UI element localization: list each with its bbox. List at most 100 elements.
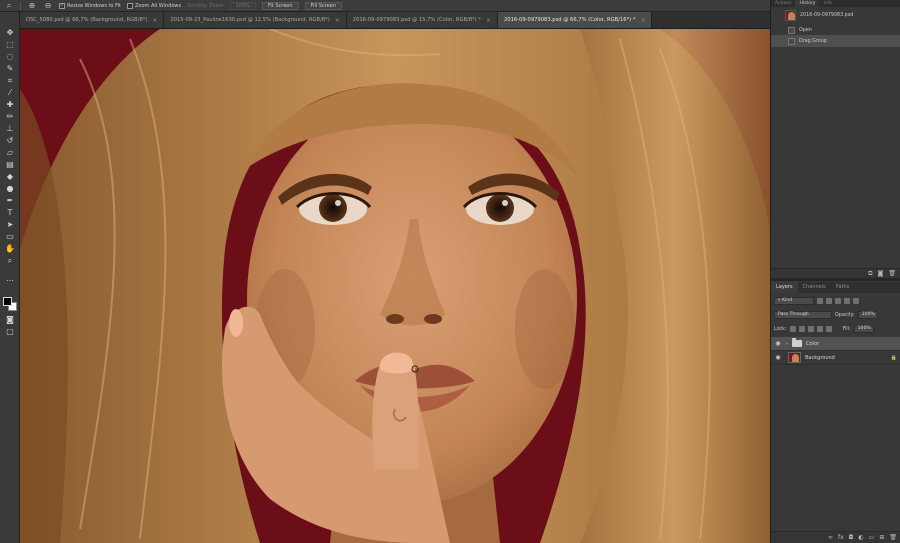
close-icon[interactable]: ×: [640, 17, 645, 24]
marquee-tool-icon[interactable]: ⬚: [4, 40, 16, 50]
zoom-tool-icon[interactable]: ⌕: [4, 256, 16, 266]
checkbox-checked-icon[interactable]: ✓: [59, 2, 65, 9]
layer-name: Color: [806, 340, 820, 347]
new-layer-icon[interactable]: ⊞: [879, 534, 884, 541]
blur-tool-icon[interactable]: ◆: [4, 172, 16, 182]
panel-divider: [771, 278, 900, 281]
toolbox: ✥ ⬚ ◌ ✎ ⌗ ⁄ ✚ ✏ ⊥ ↺ ▱ ▤ ◆ ● ✒ T ➤ ▭ ✋ ⌕ …: [0, 12, 20, 543]
zoom-all-windows-label: Zoom All Windows: [135, 2, 182, 9]
eye-icon[interactable]: ◉: [773, 340, 783, 347]
opacity-input[interactable]: 100%: [857, 311, 878, 319]
filter-kind-label: Kind: [782, 298, 793, 303]
type-tool-icon[interactable]: T: [4, 208, 16, 218]
document-tab-label: 2016-09-0979083.psd @ 15,7% (Color, RGB/…: [352, 17, 481, 23]
zoom-tool-icon[interactable]: ⌕: [4, 1, 14, 10]
document-tab-active[interactable]: 2016-09-0979083.psd @ 66,7% (Color, RGB/…: [497, 12, 653, 28]
filter-smart-object-icon[interactable]: [853, 298, 859, 304]
separator: [20, 1, 21, 10]
tab-channels[interactable]: Channels: [798, 282, 831, 293]
screen-mode-icon[interactable]: ▢: [4, 327, 16, 337]
dodge-tool-icon[interactable]: ●: [4, 184, 16, 194]
lock-pixels-icon[interactable]: [798, 326, 805, 332]
close-icon[interactable]: ×: [335, 17, 340, 24]
folder-icon: [792, 338, 802, 347]
zoom-level-button[interactable]: 100%: [229, 1, 256, 10]
adjustment-layer-icon[interactable]: ◐: [858, 534, 863, 541]
history-brush-tool-icon[interactable]: ↺: [4, 136, 16, 146]
filter-kind-select[interactable]: ⌕ Kind: [774, 297, 814, 305]
hand-tool-icon[interactable]: ✋: [4, 244, 16, 254]
layer-row-background[interactable]: ◉ Background 🔒: [771, 351, 900, 365]
history-state-selected[interactable]: Drag Group: [771, 35, 900, 47]
crop-tool-icon[interactable]: ⌗: [4, 76, 16, 86]
quick-selection-tool-icon[interactable]: ✎: [4, 64, 16, 74]
quick-mask-icon[interactable]: ◙: [4, 315, 16, 325]
resize-windows-label: Resize Windows to Fit: [67, 2, 121, 9]
link-layers-icon[interactable]: ∞: [828, 534, 833, 541]
trash-icon[interactable]: 🗑: [889, 534, 897, 541]
document-tab-label: 2015-09-23_Pauline1630.psd @ 12,5% (Back…: [170, 17, 330, 23]
zoom-out-icon[interactable]: ⊖: [43, 1, 53, 10]
filter-shape-icon[interactable]: [844, 298, 850, 304]
eyedropper-tool-icon[interactable]: ⁄: [4, 88, 16, 98]
trash-icon[interactable]: 🗑: [888, 270, 896, 277]
fill-screen-button[interactable]: Fill Screen: [304, 1, 343, 10]
camera-snapshot-icon[interactable]: ◙: [878, 270, 884, 277]
lock-artboard-icon[interactable]: [816, 326, 823, 332]
tab-layers[interactable]: Layers: [771, 282, 798, 293]
history-state-label: Open: [799, 27, 812, 33]
fill-input[interactable]: 100%: [853, 325, 874, 333]
filter-type-icon[interactable]: [835, 298, 841, 304]
more-tools-icon[interactable]: …: [4, 274, 16, 284]
layer-mask-icon[interactable]: ◘: [849, 534, 854, 541]
checkbox-unchecked-icon[interactable]: [127, 2, 133, 9]
layer-row-color-group[interactable]: ◉ › Color: [771, 337, 900, 351]
lock-position-icon[interactable]: [807, 326, 814, 332]
gradient-tool-icon[interactable]: ▤: [4, 160, 16, 170]
resize-windows-checkbox[interactable]: ✓ Resize Windows to Fit: [59, 2, 121, 9]
new-document-from-state-icon[interactable]: ⧉: [868, 270, 872, 278]
document-tab[interactable]: 2016-09-0979083.psd @ 15,7% (Color, RGB/…: [346, 12, 498, 28]
new-group-icon[interactable]: ▭: [869, 534, 875, 541]
lock-transparency-icon[interactable]: [789, 326, 796, 332]
blend-opacity-row: Pass Through Opacity: 100%: [771, 309, 900, 321]
foreground-color-swatch[interactable]: [3, 297, 12, 306]
chevron-right-icon[interactable]: ›: [786, 341, 788, 347]
clone-stamp-tool-icon[interactable]: ⊥: [4, 124, 16, 134]
fit-screen-button[interactable]: Fit Screen: [261, 1, 299, 10]
zoom-all-windows-checkbox[interactable]: Zoom All Windows: [127, 2, 182, 9]
eraser-tool-icon[interactable]: ▱: [4, 148, 16, 158]
history-snapshot[interactable]: 2016-09-0979083.psd: [771, 9, 900, 21]
tab-history[interactable]: History: [795, 0, 820, 7]
filter-pixel-icon[interactable]: [817, 298, 823, 304]
document-tab[interactable]: DSC_5080.psd @ 66,7% (Background, RGB/8*…: [20, 12, 165, 28]
history-state-icon: [788, 26, 795, 34]
close-icon[interactable]: ×: [152, 17, 157, 24]
fill-label: Fill:: [842, 326, 851, 332]
brush-tool-icon[interactable]: ✏: [4, 112, 16, 122]
tab-paths[interactable]: Paths: [831, 282, 855, 293]
healing-brush-tool-icon[interactable]: ✚: [4, 100, 16, 110]
path-selection-tool-icon[interactable]: ➤: [4, 220, 16, 230]
eye-icon[interactable]: ◉: [773, 354, 783, 361]
layers-panel-footer: ∞ fx ◘ ◐ ▭ ⊞ 🗑: [771, 531, 900, 543]
snapshot-label: 2016-09-0979083.psd: [800, 12, 854, 18]
lasso-tool-icon[interactable]: ◌: [4, 52, 16, 62]
blend-mode-select[interactable]: Pass Through: [774, 311, 832, 319]
layer-style-icon[interactable]: fx: [838, 534, 844, 541]
lock-label: Lock:: [774, 326, 787, 332]
opacity-label: Opacity:: [835, 312, 855, 318]
pen-tool-icon[interactable]: ✒: [4, 196, 16, 206]
document-canvas[interactable]: [20, 29, 770, 543]
lock-all-icon[interactable]: [825, 326, 832, 332]
scrubby-zoom-checkbox[interactable]: Scrubby Zoom: [187, 3, 223, 9]
rectangle-tool-icon[interactable]: ▭: [4, 232, 16, 242]
tab-actions[interactable]: Actions: [771, 0, 795, 7]
zoom-in-icon[interactable]: ⊕: [27, 1, 37, 10]
document-tab-label: DSC_5080.psd @ 66,7% (Background, RGB/8*…: [26, 17, 148, 23]
tab-info[interactable]: Info: [819, 0, 836, 7]
close-icon[interactable]: ×: [486, 17, 491, 24]
document-tab[interactable]: 2015-09-23_Pauline1630.psd @ 12,5% (Back…: [164, 12, 347, 28]
move-tool-icon[interactable]: ✥: [4, 28, 16, 38]
filter-adjustment-icon[interactable]: [826, 298, 832, 304]
